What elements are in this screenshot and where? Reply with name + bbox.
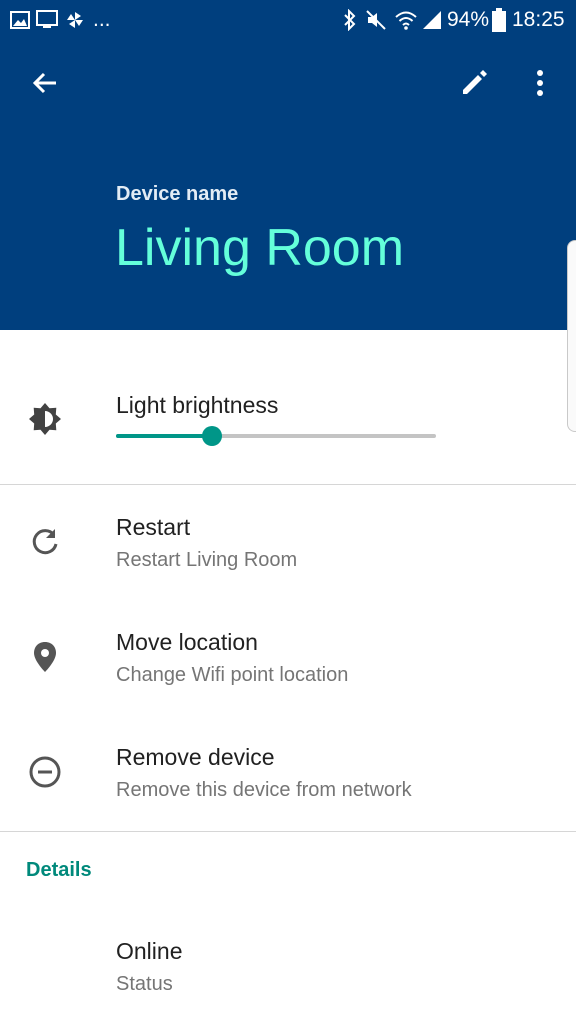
- details-heading: Details: [26, 859, 92, 881]
- pencil-icon: [463, 70, 487, 94]
- remove-circle-icon: [27, 754, 63, 790]
- move-location-subtitle: Change Wifi point location: [116, 664, 349, 686]
- device-name-title: Living Room: [115, 219, 405, 277]
- mute-icon: [365, 7, 387, 33]
- scroll-indicator[interactable]: [567, 240, 576, 432]
- restart-item[interactable]: Restart Restart Living Room: [0, 500, 576, 600]
- device-header: Device name Living Room: [0, 40, 576, 330]
- refresh-icon: [27, 524, 63, 560]
- restart-subtitle: Restart Living Room: [116, 549, 298, 571]
- slider-thumb[interactable]: [202, 426, 222, 446]
- clock: 18:25: [512, 8, 565, 31]
- status-bar: ... 94% 18:25: [0, 0, 576, 40]
- screen-cast-icon: [36, 7, 58, 33]
- gallery-notification-icon: [10, 7, 30, 33]
- device-name-label: Device name: [116, 183, 239, 205]
- brightness-slider[interactable]: [116, 426, 436, 446]
- pinwheel-icon: [65, 7, 85, 33]
- signal-icon: [421, 7, 443, 33]
- remove-device-title: Remove device: [116, 744, 275, 770]
- edit-button[interactable]: [450, 59, 498, 107]
- location-pin-icon: [27, 639, 63, 675]
- divider: [0, 484, 576, 485]
- remove-device-item[interactable]: Remove device Remove this device from ne…: [0, 730, 576, 830]
- brightness-title: Light brightness: [116, 392, 279, 418]
- move-location-title: Move location: [116, 629, 258, 655]
- remove-device-subtitle: Remove this device from network: [116, 779, 412, 801]
- wifi-icon: [395, 7, 417, 33]
- move-location-item[interactable]: Move location Change Wifi point location: [0, 615, 576, 715]
- more-notifications: ...: [93, 8, 111, 31]
- battery-percent: 94%: [447, 8, 490, 31]
- divider: [0, 831, 576, 832]
- more-options-button[interactable]: [516, 59, 564, 107]
- back-button[interactable]: [21, 59, 69, 107]
- restart-title: Restart: [116, 514, 191, 540]
- more-vert-icon: [537, 70, 543, 96]
- status-label: Status: [116, 973, 173, 995]
- slider-fill: [116, 434, 212, 438]
- brightness-icon: [27, 401, 63, 437]
- arrow-left-icon: [32, 72, 56, 94]
- status-value: Online: [116, 938, 183, 964]
- bluetooth-icon: [342, 7, 358, 33]
- battery-icon: [492, 7, 506, 33]
